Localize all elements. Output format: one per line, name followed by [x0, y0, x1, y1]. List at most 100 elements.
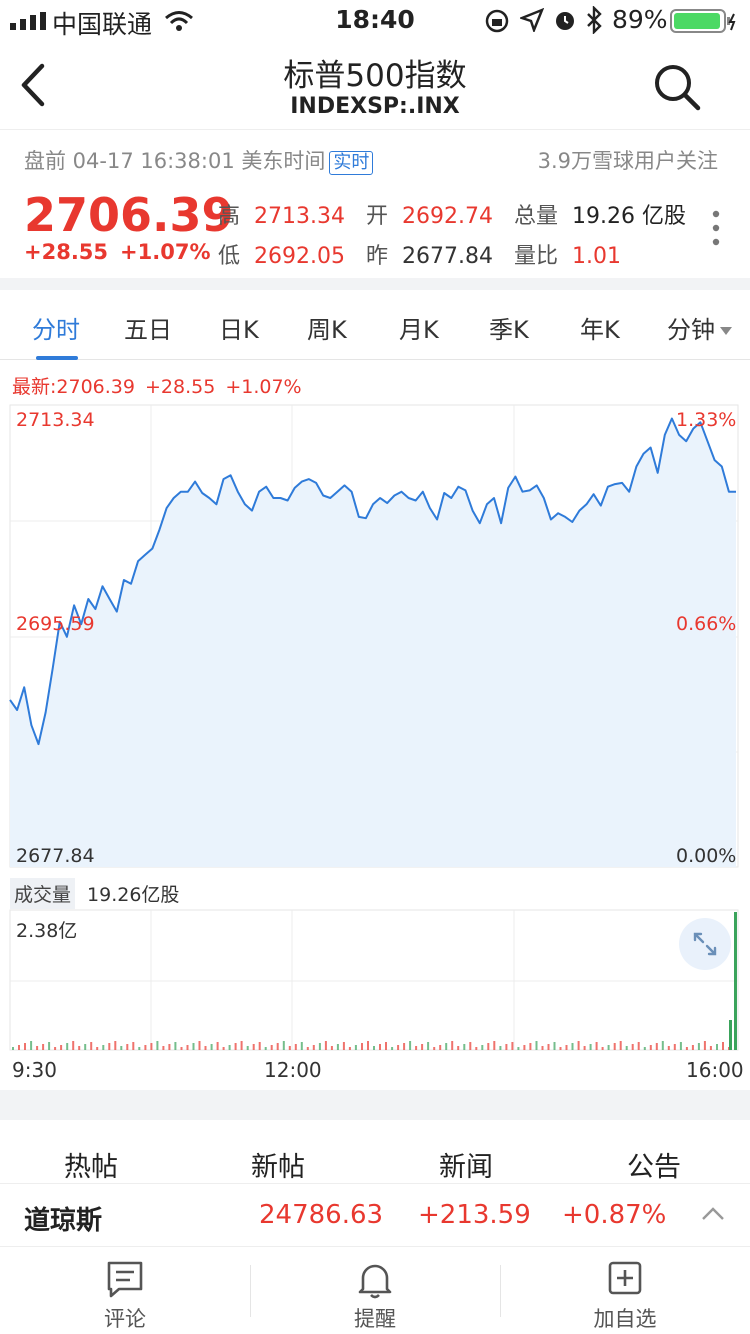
comment-label: 评论: [104, 1307, 146, 1331]
axis-right-bottom: 0.00%: [676, 845, 737, 867]
volume-bar: [18, 1045, 20, 1050]
tab-minute[interactable]: 分钟: [667, 310, 733, 345]
ticker-name: 道琼斯: [24, 1206, 103, 1236]
tab-intraday[interactable]: 分时: [32, 310, 80, 345]
volume-bar: [409, 1041, 412, 1050]
volume-bar: [216, 1042, 219, 1050]
volume-bar: [54, 1047, 57, 1050]
volume-max: 2.38亿: [16, 920, 78, 942]
volume-bar: [156, 1041, 159, 1050]
ticker-bar[interactable]: 道琼斯 24786.63 +213.59 +0.87%: [0, 1183, 750, 1247]
volume-bar: [607, 1045, 610, 1050]
axis-right-mid: 0.66%: [676, 613, 737, 635]
add-watchlist-button[interactable]: 加自选: [500, 1247, 750, 1334]
comment-button[interactable]: 评论: [0, 1247, 250, 1334]
volume-bar: [306, 1047, 309, 1050]
volume-bar: [421, 1044, 424, 1050]
volume-bar: [517, 1047, 520, 1050]
volume-bar: [102, 1045, 105, 1050]
volume-bar: [601, 1047, 604, 1050]
volume-bar: [60, 1045, 63, 1050]
volume-bar: [282, 1041, 285, 1050]
volume-bar: [403, 1043, 406, 1050]
open-quote: 开 2692.74: [366, 204, 493, 229]
location-icon: [520, 8, 544, 32]
chevron-up-icon[interactable]: [700, 1206, 726, 1222]
more-options-icon[interactable]: [708, 208, 724, 248]
volume-bar: [481, 1045, 484, 1050]
volume-bar: [487, 1043, 490, 1050]
volume-bar: [553, 1042, 556, 1050]
volume-bar: [619, 1041, 622, 1050]
volume-bar: [126, 1044, 129, 1050]
tab-monthly-k[interactable]: 月K: [399, 310, 439, 345]
volume-header: 成交量 19.26亿股: [10, 878, 179, 909]
tab-five-day[interactable]: 五日: [124, 310, 172, 345]
volume-bar: [637, 1042, 640, 1050]
volume-bar: [565, 1045, 568, 1050]
tab-news[interactable]: 新闻: [439, 1145, 493, 1184]
search-icon[interactable]: [652, 62, 702, 112]
price-area: [10, 418, 736, 867]
tab-new-posts[interactable]: 新帖: [251, 1145, 305, 1184]
volume-bar: [379, 1044, 381, 1050]
volume-bar: [583, 1046, 586, 1050]
volume-bar: [312, 1045, 315, 1050]
volume-bar: [547, 1044, 550, 1050]
volume-bar: [210, 1044, 213, 1050]
page-title: 标普500指数: [283, 58, 467, 94]
volume-bar: [138, 1047, 141, 1050]
volume-bar: [30, 1041, 33, 1050]
tab-hot-posts[interactable]: 热帖: [64, 1145, 118, 1184]
time-end: 16:00: [686, 1058, 744, 1082]
tab-daily-k[interactable]: 日K: [219, 310, 259, 345]
followers-count: 3.9万雪球用户关注: [537, 149, 718, 173]
add-watchlist-label: 加自选: [593, 1307, 657, 1331]
volume-bar: [691, 1045, 694, 1050]
volume-bar: [96, 1047, 99, 1050]
ticker-symbol: INDEXSP:.INX: [290, 94, 460, 119]
volume-bar: [174, 1042, 177, 1050]
tab-yearly-k[interactable]: 年K: [580, 310, 620, 345]
intraday-chart[interactable]: [0, 400, 750, 1060]
volume-bar: [367, 1041, 369, 1050]
total-volume-quote: 总量 19.26 亿股: [514, 204, 686, 229]
volume-bar: [631, 1044, 634, 1050]
volume-bar: [258, 1042, 261, 1050]
section-gap: [0, 278, 750, 290]
volume-bar: [577, 1041, 580, 1050]
volume-bar: [12, 1047, 14, 1050]
volume-bar: [132, 1042, 135, 1050]
volume-bar: [204, 1046, 207, 1050]
tab-weekly-k[interactable]: 周K: [307, 310, 347, 345]
volume-bar: [427, 1042, 430, 1050]
session-time: 盘前 04-17 16:38:01 美东时间: [24, 149, 326, 173]
bluetooth-icon: [587, 6, 602, 34]
volume-bar: [535, 1041, 538, 1050]
volume-bar: [463, 1044, 466, 1050]
tab-quarterly-k[interactable]: 季K: [489, 310, 529, 345]
alert-label: 提醒: [354, 1307, 396, 1331]
volume-bar: [709, 1046, 712, 1050]
high-quote: 高 2713.34: [218, 204, 345, 229]
tab-announcements[interactable]: 公告: [627, 1145, 681, 1184]
alarm-icon: [556, 12, 574, 30]
volume-bar: [318, 1043, 321, 1050]
expand-chart-button[interactable]: [679, 918, 731, 970]
ticker-change: +213.59: [418, 1200, 531, 1230]
volume-bar: [445, 1043, 448, 1050]
alert-button[interactable]: 提醒: [250, 1247, 500, 1334]
volume-bar: [348, 1047, 351, 1050]
volume-bar: [499, 1046, 502, 1050]
volume-bar: [433, 1047, 436, 1050]
volume-bar: [192, 1043, 195, 1050]
dropdown-arrow-icon: [720, 327, 732, 335]
change-percent: +1.07%: [120, 240, 211, 264]
volume-bar-close: [734, 912, 737, 1050]
change-value: +28.55: [24, 240, 109, 264]
volume-bar: [198, 1041, 201, 1050]
volume-bar: [529, 1043, 532, 1050]
latest-price-line: 最新:2706.39 +28.55 +1.07%: [12, 372, 302, 399]
volume-bar: [457, 1046, 460, 1050]
volume-bar: [439, 1045, 442, 1050]
